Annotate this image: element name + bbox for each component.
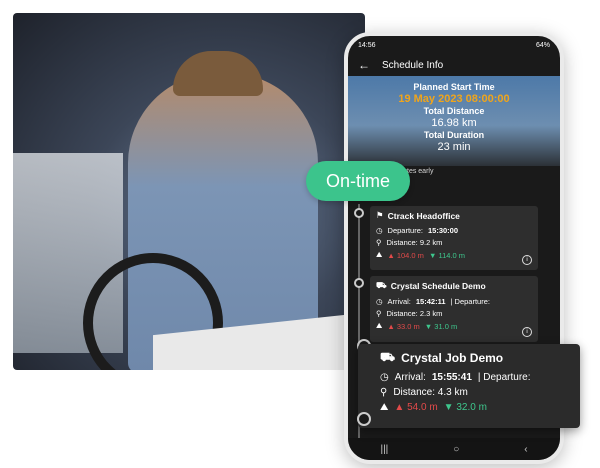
- schedule-summary: Planned Start Time 19 May 2023 08:00:00 …: [348, 76, 560, 166]
- route-icon: ⚲: [376, 238, 382, 247]
- elevation-up: ▲ 33.0 m: [387, 321, 420, 331]
- stop-card-ctrack-headoffice[interactable]: ⚑ Ctrack Headoffice ◷ Departure: 15:30:00 ⚲…: [370, 206, 538, 270]
- elevation-up: ▲ 104.0 m: [387, 250, 424, 260]
- elevation-down: ▼ 32.0 m: [443, 402, 487, 413]
- recents-icon[interactable]: |||: [380, 444, 388, 455]
- driver-cap: [173, 51, 263, 96]
- time-label: Arrival:: [394, 372, 426, 383]
- distance-text: Distance: 4.3 km: [393, 387, 468, 398]
- total-distance-label: Total Distance: [423, 106, 485, 116]
- departure-label: | Departure:: [450, 297, 490, 306]
- timeline-dot: [357, 412, 371, 426]
- timeline-dot: [354, 208, 364, 218]
- time-value: 15:30:00: [427, 226, 459, 235]
- bus-icon: ⛟: [380, 350, 396, 364]
- time-label: Arrival:: [387, 297, 411, 306]
- route-icon: ⚲: [376, 309, 382, 318]
- planned-start-value: 19 May 2023 08:00:00: [398, 93, 510, 105]
- flag-icon: ⚑: [376, 210, 384, 220]
- elevation-up: ▲ 54.0 m: [394, 402, 438, 413]
- android-nav-bar: ||| ○ ‹: [348, 438, 560, 460]
- route-icon: ⚲: [380, 387, 388, 398]
- stop-card-crystal-schedule-demo[interactable]: ⛟ Crystal Schedule Demo ◷ Arrival: 15:42:11…: [370, 276, 538, 342]
- app-bar: ← Schedule Info: [348, 54, 560, 76]
- total-distance-value: 16.98 km: [431, 117, 477, 129]
- elevation-icon: ⛰: [376, 321, 383, 330]
- status-bar: 14:56 64%: [348, 36, 560, 54]
- elevation-icon: ⛰: [376, 250, 383, 259]
- info-icon[interactable]: i: [522, 255, 532, 265]
- time-label: Departure:: [387, 226, 423, 235]
- timeline-dot: [354, 278, 364, 288]
- info-icon[interactable]: i: [522, 327, 532, 337]
- elevation-down: ▼ 114.0 m: [428, 250, 465, 260]
- distance-text: Distance: 2.3 km: [386, 309, 443, 318]
- back-nav-icon[interactable]: ‹: [524, 444, 527, 455]
- elevation-down: ▼ 31.0 m: [424, 321, 458, 331]
- distance-text: Distance: 9.2 km: [386, 238, 443, 247]
- clock-icon: ◷: [380, 372, 389, 383]
- stop-name: Ctrack Headoffice: [387, 210, 460, 221]
- total-duration-value: 23 min: [437, 141, 471, 153]
- stop-name: Crystal Schedule Demo: [390, 281, 486, 291]
- total-duration-label: Total Duration: [423, 130, 485, 140]
- elevation-icon: ⛰: [380, 402, 389, 413]
- stop-name: Crystal Job Demo: [401, 351, 504, 365]
- clock-icon: ◷: [376, 297, 383, 306]
- time-value: 15:42:11: [415, 297, 446, 306]
- status-time: 14:56: [358, 41, 376, 49]
- bus-icon: ⛟: [376, 280, 387, 290]
- stop-card-crystal-job-demo[interactable]: ⛟ Crystal Job Demo ◷ Arrival: 15:55:41 | Dep…: [358, 344, 580, 428]
- on-time-badge: On-time: [306, 161, 410, 201]
- back-arrow-icon[interactable]: ←: [358, 58, 370, 72]
- battery-indicator: 64%: [535, 41, 550, 49]
- departure-label: | Departure:: [477, 372, 531, 383]
- planned-start-label: Planned Start Time: [413, 82, 495, 92]
- page-title: Schedule Info: [382, 59, 444, 71]
- clock-icon: ◷: [376, 226, 383, 235]
- time-value: 15:55:41: [431, 372, 472, 383]
- home-icon[interactable]: ○: [453, 444, 459, 455]
